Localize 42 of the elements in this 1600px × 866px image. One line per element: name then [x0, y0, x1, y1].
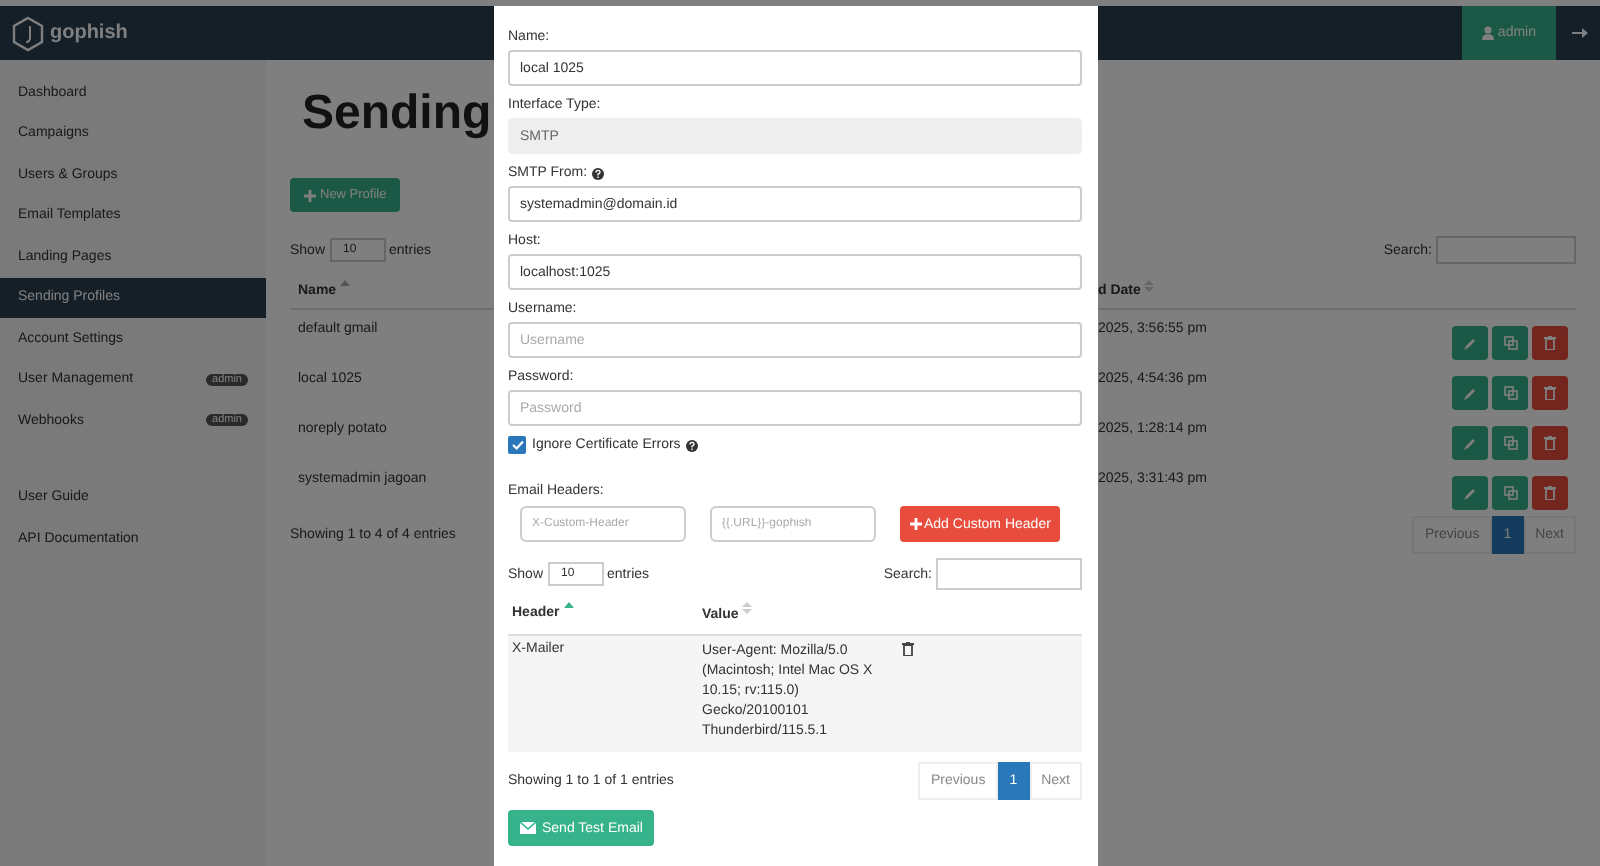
copy-icon	[1503, 386, 1517, 400]
sort-icon	[563, 602, 574, 608]
copy-button[interactable]	[1492, 326, 1528, 360]
logout-icon[interactable]	[1572, 26, 1588, 40]
copy-button[interactable]	[1492, 426, 1528, 460]
brand-name: gophish	[50, 22, 128, 44]
trash-icon	[1544, 336, 1556, 350]
pencil-icon	[1464, 437, 1476, 449]
copy-icon	[1503, 486, 1517, 500]
edit-button[interactable]	[1452, 376, 1488, 410]
user-icon	[1481, 26, 1494, 40]
checkbox[interactable]	[508, 436, 526, 454]
pencil-icon	[1464, 337, 1476, 349]
plus-icon	[304, 189, 316, 201]
envelope-icon	[520, 822, 536, 834]
edit-button[interactable]	[1452, 476, 1488, 510]
search-field[interactable]	[936, 558, 1082, 590]
pencil-icon	[1464, 387, 1476, 399]
page-title: Sending	[302, 84, 492, 144]
sort-icon	[1144, 279, 1155, 291]
copy-button[interactable]	[1492, 376, 1528, 410]
hexagon-logo-icon	[12, 15, 44, 51]
copy-button[interactable]	[1492, 476, 1528, 510]
delete-button[interactable]	[1532, 326, 1568, 360]
help-icon	[686, 439, 699, 451]
copy-icon	[1503, 436, 1517, 450]
edit-button[interactable]	[1452, 326, 1488, 360]
sort-icon	[340, 279, 351, 285]
sort-icon	[742, 602, 753, 614]
trash-icon	[1544, 486, 1556, 500]
trash-icon[interactable]	[902, 642, 914, 656]
plus-icon	[910, 518, 922, 530]
search-field[interactable]	[1436, 236, 1576, 264]
pencil-icon	[1464, 487, 1476, 499]
trash-icon	[1544, 386, 1556, 400]
delete-button[interactable]	[1532, 476, 1568, 510]
delete-button[interactable]	[1532, 426, 1568, 460]
help-icon	[591, 167, 604, 179]
edit-button[interactable]	[1452, 426, 1488, 460]
copy-icon	[1503, 336, 1517, 350]
delete-button[interactable]	[1532, 376, 1568, 410]
trash-icon	[1544, 436, 1556, 450]
